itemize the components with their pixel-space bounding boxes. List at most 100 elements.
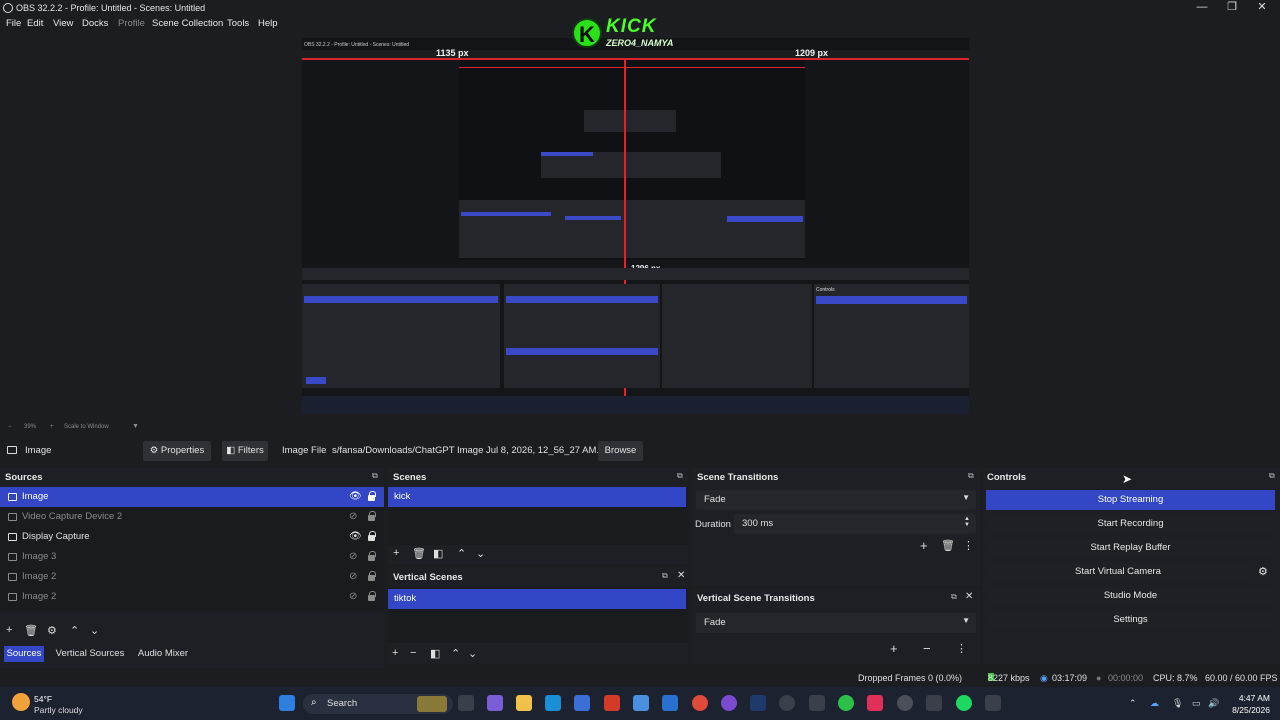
start-replay-buffer-button[interactable]: Start Replay Buffer [986, 538, 1275, 558]
spin-arrows-icon[interactable]: ▲ ▼ [964, 516, 970, 528]
filters-button[interactable]: ◧ Filters [222, 441, 268, 461]
spotify-icon[interactable] [956, 695, 972, 711]
move-up-icon[interactable]: ⌃ [457, 547, 466, 560]
tab-vertical-sources[interactable]: Vertical Sources [52, 646, 128, 662]
move-up-icon[interactable]: ⌃ [451, 647, 460, 660]
xbox-icon[interactable] [926, 695, 942, 711]
remove-scene-icon[interactable]: − [410, 647, 416, 659]
more-options-icon[interactable]: ⋮ [956, 642, 967, 655]
move-up-icon[interactable]: ⌃ [70, 624, 79, 637]
transition-select[interactable]: Fade ▼ [696, 490, 976, 510]
source-item[interactable]: Video Capture Device 2 ⊘ [0, 507, 384, 527]
chatgpt-icon[interactable] [779, 695, 795, 711]
maximize-button[interactable]: ❐ [1217, 0, 1247, 16]
dock-close-icon[interactable]: ✕ [965, 591, 973, 602]
dock-float-icon[interactable]: ⧉ [1269, 471, 1275, 481]
dock-float-icon[interactable]: ⧉ [662, 571, 668, 581]
preview-canvas[interactable]: OBS 32.2.2 - Profile: Untitled - Scenes:… [302, 38, 969, 414]
tab-audio-mixer[interactable]: Audio Mixer [132, 646, 194, 662]
zoom-out-button[interactable]: − [8, 424, 12, 430]
add-scene-icon[interactable]: + [392, 647, 398, 659]
add-scene-icon[interactable]: + [393, 547, 399, 559]
eye-hidden-icon[interactable]: ⊘ [349, 591, 357, 602]
steam-icon[interactable] [750, 695, 766, 711]
chrome-icon[interactable] [692, 695, 708, 711]
eye-icon[interactable]: 👁 [349, 531, 362, 542]
edge-icon[interactable] [545, 695, 561, 711]
remove-transition-icon[interactable]: − [923, 641, 931, 656]
dock-float-icon[interactable]: ⧉ [968, 471, 974, 481]
scene-filters-icon[interactable]: ◧ [433, 547, 443, 560]
vertical-scene-item[interactable]: tiktok [388, 589, 686, 609]
outlook-icon[interactable] [662, 695, 678, 711]
app-l-icon[interactable] [604, 695, 620, 711]
source-item[interactable]: Image 2 ⊘ [0, 587, 384, 607]
delete-transition-icon[interactable]: 🗑 [941, 539, 955, 552]
browse-button[interactable]: Browse [598, 441, 643, 461]
settings-button[interactable]: Settings [986, 610, 1275, 630]
source-item[interactable]: Display Capture 👁 [0, 527, 384, 547]
app-arrow-icon[interactable] [985, 695, 1001, 711]
scale-mode[interactable]: Scale to Window [64, 424, 109, 430]
eye-hidden-icon[interactable]: ⊘ [349, 551, 357, 562]
clock-date[interactable]: 8/25/2026 [1224, 705, 1270, 715]
source-settings-icon[interactable]: ⚙ [47, 624, 57, 637]
lock-icon[interactable] [367, 571, 376, 581]
menu-file[interactable]: File [6, 18, 21, 29]
properties-button[interactable]: ⚙ Properties [143, 441, 211, 461]
task-view-icon[interactable] [458, 695, 474, 711]
tiktok-icon[interactable] [867, 695, 883, 711]
store-icon[interactable] [574, 695, 590, 711]
minimize-button[interactable]: — [1187, 0, 1217, 16]
menu-docks[interactable]: Docks [82, 18, 108, 29]
source-item[interactable]: Image 3 ⊘ [0, 547, 384, 567]
stop-streaming-button[interactable]: Stop Streaming [986, 490, 1275, 510]
image-file-path[interactable]: s/fansa/Downloads/ChatGPT Image Jul 8, 2… [332, 445, 615, 456]
add-transition-icon[interactable]: + [890, 641, 898, 656]
source-item[interactable]: Image 👁 [0, 487, 384, 507]
dock-float-icon[interactable]: ⧉ [372, 471, 378, 481]
microphone-icon[interactable]: 🎙 [1172, 698, 1183, 709]
scene-filters-icon[interactable]: ◧ [430, 647, 440, 660]
move-down-icon[interactable]: ⌄ [90, 624, 99, 637]
menu-profile[interactable]: Profile [118, 18, 145, 29]
app-icon[interactable] [809, 695, 825, 711]
lock-icon[interactable] [367, 591, 376, 601]
volume-icon[interactable]: 🔊 [1208, 698, 1219, 709]
discord-icon[interactable] [721, 695, 737, 711]
source-item[interactable]: Image 2 ⊘ [0, 567, 384, 587]
add-transition-icon[interactable]: + [920, 538, 928, 553]
zoom-in-button[interactable]: + [50, 424, 54, 430]
clock-time[interactable]: 4:47 AM [1224, 693, 1270, 703]
eye-hidden-icon[interactable]: ⊘ [349, 511, 357, 522]
start-menu-icon[interactable] [279, 695, 295, 711]
start-virtual-camera-button[interactable]: Start Virtual Camera [986, 562, 1250, 582]
move-down-icon[interactable]: ⌄ [476, 547, 485, 560]
duration-spinbox[interactable]: 300 ms ▲ ▼ [734, 514, 976, 534]
eye-icon[interactable]: 👁 [349, 491, 362, 502]
onedrive-icon[interactable]: ☁ [1150, 698, 1159, 709]
add-source-icon[interactable]: + [6, 624, 12, 636]
dock-close-icon[interactable]: ✕ [677, 570, 685, 581]
app-pen-icon[interactable] [633, 695, 649, 711]
more-options-icon[interactable]: ⋮ [963, 539, 974, 552]
lock-icon[interactable] [367, 531, 376, 541]
file-explorer-icon[interactable] [516, 695, 532, 711]
lock-icon[interactable] [367, 551, 376, 561]
weather-icon[interactable] [12, 693, 30, 711]
scale-mode-dropdown-icon[interactable]: ▼ [132, 423, 139, 430]
copilot-icon[interactable] [487, 695, 503, 711]
virtual-camera-settings-icon[interactable]: ⚙ [1258, 565, 1268, 578]
delete-source-icon[interactable]: 🗑 [24, 624, 38, 637]
obs-taskbar-icon[interactable] [897, 695, 913, 711]
menu-edit[interactable]: Edit [27, 18, 43, 29]
start-recording-button[interactable]: Start Recording [986, 514, 1275, 534]
close-button[interactable]: ✕ [1247, 0, 1277, 16]
menu-scene-collection[interactable]: Scene Collection [152, 18, 223, 29]
eye-hidden-icon[interactable]: ⊘ [349, 571, 357, 582]
studio-mode-button[interactable]: Studio Mode [986, 586, 1275, 606]
menu-tools[interactable]: Tools [227, 18, 249, 29]
menu-view[interactable]: View [53, 18, 73, 29]
dock-float-icon[interactable]: ⧉ [677, 471, 683, 481]
network-icon[interactable]: ▭ [1192, 698, 1201, 709]
